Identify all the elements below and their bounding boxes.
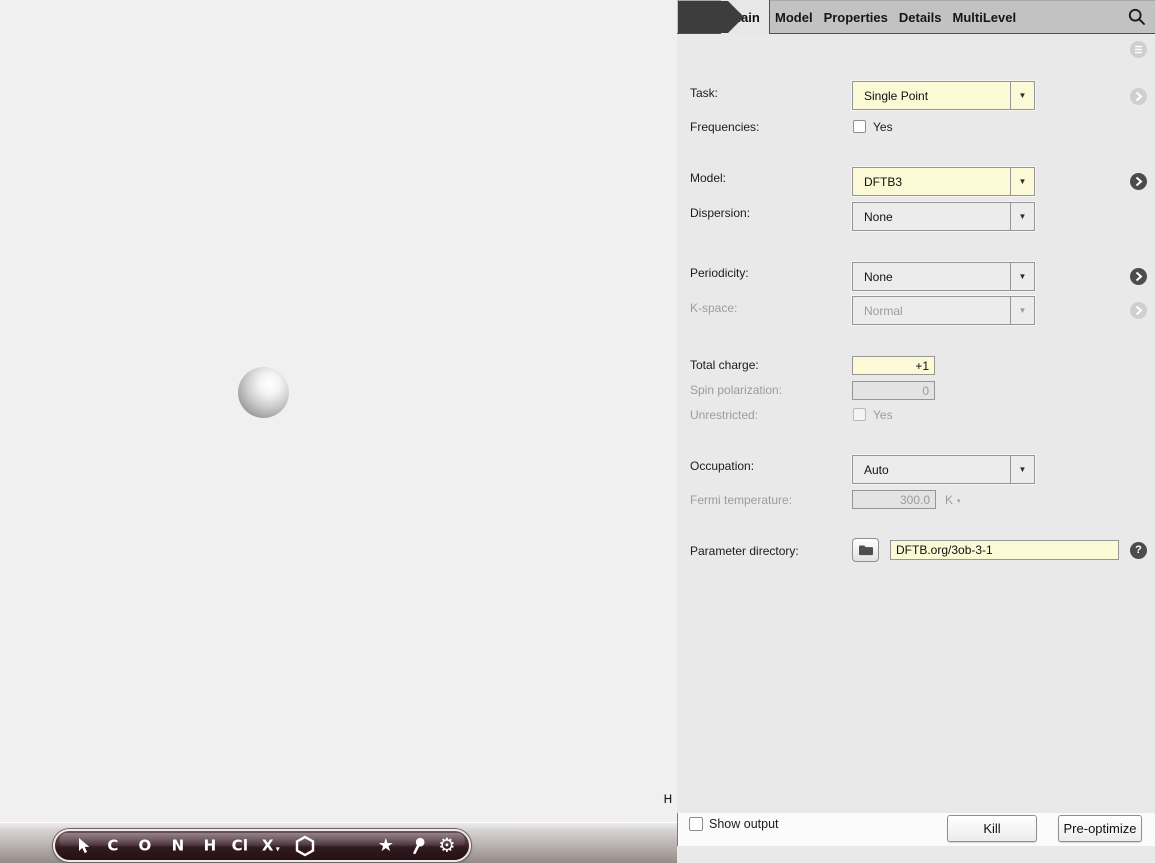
viewer-bottom-strip: C O N H Cl X▾ ★ ⚙ xyxy=(0,822,677,863)
kspace-dropdown: Normal ▼ xyxy=(852,296,1035,325)
probe-tool-icon[interactable] xyxy=(410,837,426,855)
task-value: Single Point xyxy=(853,89,928,103)
formula-label: H xyxy=(650,794,672,806)
settings-gear-icon[interactable]: ⚙ xyxy=(438,836,455,855)
periodicity-detail-chevron-icon[interactable] xyxy=(1130,268,1147,285)
structures-star-icon[interactable]: ★ xyxy=(378,837,394,855)
element-button-chlorine[interactable]: Cl xyxy=(232,838,249,853)
occupation-dropdown[interactable]: Auto ▼ xyxy=(852,455,1035,484)
spin-polarization-input xyxy=(852,381,935,400)
kspace-label: K-space: xyxy=(690,301,737,315)
model-label: Model: xyxy=(690,171,726,185)
ring-tool-icon[interactable] xyxy=(296,835,315,856)
unit-dropdown-caret-icon: ▾ xyxy=(957,498,961,505)
model-value: DFTB3 xyxy=(853,175,902,189)
element-button-carbon[interactable]: C xyxy=(107,838,118,853)
element-button-oxygen[interactable]: O xyxy=(138,838,151,853)
panel-menu-icon[interactable] xyxy=(1130,41,1147,58)
unrestricted-checkbox xyxy=(853,408,866,421)
tab-details[interactable]: Details xyxy=(899,10,942,25)
dropdown-arrow-icon: ▼ xyxy=(1010,297,1034,324)
dispersion-value: None xyxy=(853,210,893,224)
dropdown-arrow-icon: ▼ xyxy=(1010,456,1034,483)
kspace-value: Normal xyxy=(853,304,903,318)
browse-folder-button[interactable] xyxy=(852,538,879,562)
periodicity-label: Periodicity: xyxy=(690,266,749,280)
element-toolbar: C O N H Cl X▾ ★ ⚙ xyxy=(53,829,471,862)
frequencies-label: Frequencies: xyxy=(690,120,759,134)
tab-multilevel[interactable]: MultiLevel xyxy=(953,10,1017,25)
periodicity-dropdown[interactable]: None ▼ xyxy=(852,262,1035,291)
dftb-settings-panel: Main DFTB Model Properties Details Multi… xyxy=(677,0,1155,863)
model-detail-chevron-icon[interactable] xyxy=(1130,173,1147,190)
task-dropdown[interactable]: Single Point ▼ xyxy=(852,81,1035,110)
dispersion-dropdown[interactable]: None ▼ xyxy=(852,202,1035,231)
kill-button[interactable]: Kill xyxy=(947,815,1037,842)
task-detail-chevron-icon xyxy=(1130,88,1147,105)
occupation-label: Occupation: xyxy=(690,459,754,473)
select-cursor-icon[interactable] xyxy=(78,837,91,854)
tab-model[interactable]: Model xyxy=(775,10,813,25)
fermi-unit-selector: K▾ xyxy=(945,493,961,507)
occupation-value: Auto xyxy=(853,463,889,477)
unrestricted-option-label: Yes xyxy=(873,408,893,422)
element-dropdown-caret-icon: ▾ xyxy=(276,844,280,853)
frequencies-checkbox[interactable] xyxy=(853,120,866,133)
show-output-checkbox[interactable] xyxy=(689,817,703,831)
help-icon[interactable]: ? xyxy=(1130,542,1147,559)
total-charge-label: Total charge: xyxy=(690,358,759,372)
total-charge-input[interactable] xyxy=(852,356,935,375)
dispersion-label: Dispersion: xyxy=(690,206,750,220)
periodicity-value: None xyxy=(853,270,893,284)
frequencies-option-label[interactable]: Yes xyxy=(873,120,893,134)
parameter-directory-input[interactable] xyxy=(890,540,1119,560)
kspace-detail-chevron-icon xyxy=(1130,302,1147,319)
tab-bar: Main DFTB Model Properties Details Multi… xyxy=(677,0,1155,34)
task-label: Task: xyxy=(690,86,718,100)
tab-properties[interactable]: Properties xyxy=(824,10,888,25)
fermi-temperature-label: Fermi temperature: xyxy=(690,493,792,507)
parameter-directory-label: Parameter directory: xyxy=(690,544,799,558)
element-button-hydrogen[interactable]: H xyxy=(204,838,217,853)
hydrogen-atom-sphere[interactable] xyxy=(238,367,289,418)
fermi-temperature-input xyxy=(852,490,936,509)
tab-strip: Model Properties Details MultiLevel xyxy=(775,0,1016,34)
folder-icon xyxy=(858,544,874,556)
dropdown-arrow-icon: ▼ xyxy=(1010,82,1034,109)
molecule-viewer[interactable]: H C O N H Cl X▾ ★ ⚙ xyxy=(0,0,677,863)
amsinput-window: H C O N H Cl X▾ ★ ⚙ xyxy=(0,0,1155,863)
preoptimize-button[interactable]: Pre-optimize xyxy=(1058,815,1142,842)
dropdown-arrow-icon: ▼ xyxy=(1010,168,1034,195)
element-x-label: X xyxy=(262,836,274,854)
element-button-nitrogen[interactable]: N xyxy=(172,838,185,853)
unrestricted-label: Unrestricted: xyxy=(690,408,758,422)
show-output-label[interactable]: Show output xyxy=(709,817,779,831)
fermi-unit-label: K xyxy=(945,493,953,507)
dropdown-arrow-icon: ▼ xyxy=(1010,263,1034,290)
search-icon[interactable] xyxy=(1128,8,1146,31)
model-dropdown[interactable]: DFTB3 ▼ xyxy=(852,167,1035,196)
dropdown-arrow-icon: ▼ xyxy=(1010,203,1034,230)
element-button-other[interactable]: X▾ xyxy=(262,838,280,853)
spin-polarization-label: Spin polarization: xyxy=(690,383,782,397)
